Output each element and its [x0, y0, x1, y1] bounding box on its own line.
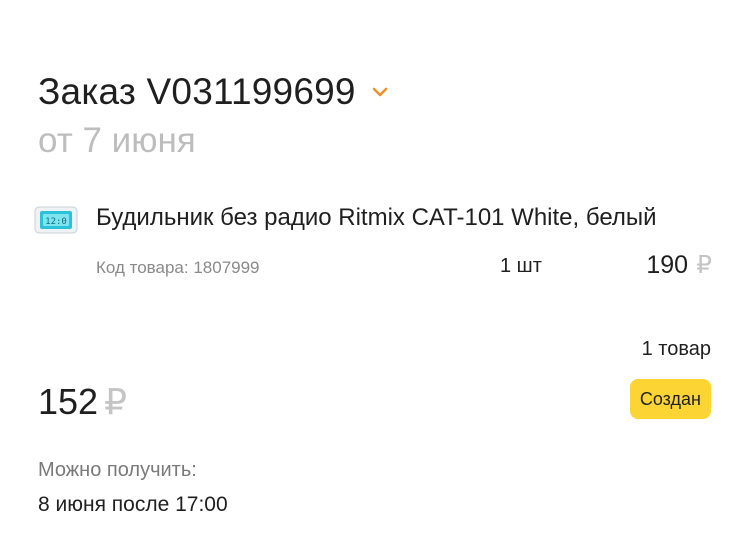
item-code: Код товара: 1807999 — [96, 258, 260, 277]
order-header[interactable]: Заказ V031199699 — [38, 70, 390, 114]
order-date: от 7 июня — [38, 121, 196, 160]
alarm-clock-thumbnail-icon[interactable]: 12:0 — [34, 206, 78, 234]
order-item[interactable]: 12:0 Будильник без радио Ritmix CAT-101 … — [34, 200, 724, 240]
item-price: 190 ₽ — [646, 250, 712, 280]
order-total: 152 ₽ — [38, 380, 127, 424]
item-price-value: 190 — [646, 251, 689, 279]
pickup-date: 8 июня после 17:00 — [38, 493, 228, 516]
items-count: 1 товар — [641, 338, 711, 360]
order-title: Заказ V031199699 — [38, 71, 356, 112]
currency-symbol: ₽ — [696, 251, 712, 279]
pickup-label: Можно получить: — [38, 459, 197, 481]
order-total-value: 152 — [38, 381, 99, 422]
chevron-down-icon[interactable] — [370, 82, 390, 102]
currency-symbol: ₽ — [104, 381, 127, 422]
svg-text:12:0: 12:0 — [45, 217, 67, 227]
item-name[interactable]: Будильник без радио Ritmix CAT-101 White… — [96, 200, 657, 236]
item-quantity: 1 шт — [500, 255, 542, 277]
status-badge: Создан — [629, 379, 711, 419]
